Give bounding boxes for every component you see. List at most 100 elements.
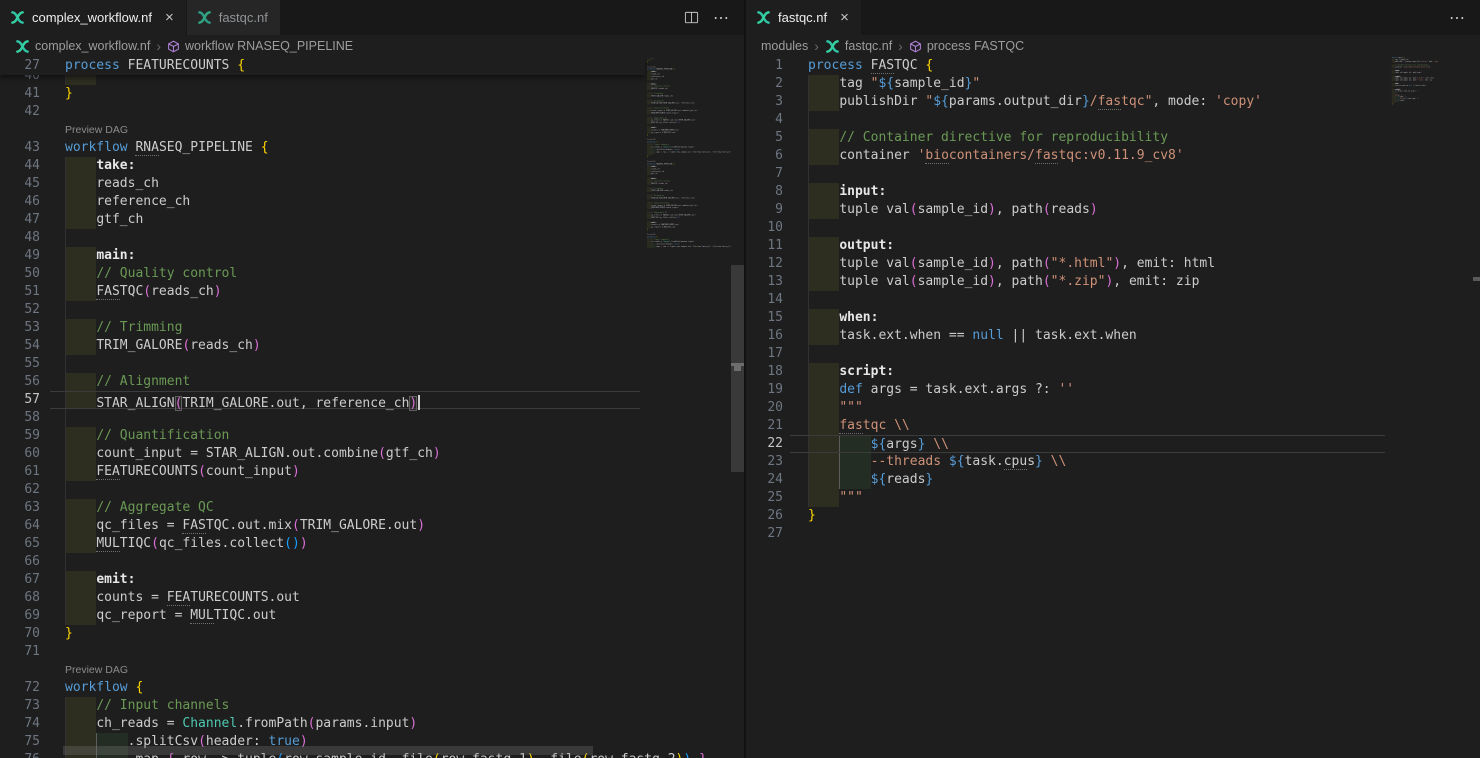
code-line[interactable]: MULTIQC(qc_files.collect())	[50, 535, 640, 553]
breadcrumb-item-symbol[interactable]: process FASTQC	[909, 39, 1024, 53]
code-line[interactable]: input:	[790, 183, 1385, 201]
code-line[interactable]	[790, 165, 1385, 183]
code-line[interactable]	[50, 553, 640, 571]
code-line[interactable]	[50, 481, 640, 499]
line-number[interactable]: 16	[746, 327, 783, 345]
code-line[interactable]: }	[50, 85, 640, 103]
code-line[interactable]: take:	[50, 157, 640, 175]
code-line[interactable]: def args = task.ext.args ?: ''	[790, 381, 1385, 399]
code-line[interactable]	[50, 103, 640, 121]
code-line[interactable]: when:	[790, 309, 1385, 327]
close-tab-icon[interactable]: ×	[840, 10, 849, 25]
code-line[interactable]: TRIM_GALORE(reads_ch)	[50, 337, 640, 355]
line-number[interactable]: 14	[746, 291, 783, 309]
line-number[interactable]: 56	[0, 373, 40, 391]
code-line[interactable]: fastqc \\	[790, 417, 1385, 435]
line-number[interactable]: 50	[0, 265, 40, 283]
breadcrumb-item-file[interactable]: fastqc.nf	[825, 39, 892, 54]
code-line[interactable]: STAR_ALIGN(TRIM_GALORE.out, reference_ch…	[50, 391, 640, 409]
line-number[interactable]: 59	[0, 427, 40, 445]
code-line[interactable]: script:	[790, 363, 1385, 381]
code-line[interactable]: FEATURECOUNTS(count_input)	[50, 463, 640, 481]
code-line[interactable]: counts = FEATURECOUNTS.out	[50, 589, 640, 607]
code-line[interactable]	[790, 291, 1385, 309]
code-line[interactable]: }	[790, 507, 1385, 525]
line-number[interactable]: 43	[0, 139, 40, 157]
line-number[interactable]: 41	[0, 85, 40, 103]
code-line[interactable]	[1390, 105, 1451, 107]
breadcrumb-item-symbol[interactable]: workflow RNASEQ_PIPELINE	[167, 39, 353, 53]
line-number[interactable]: 61	[0, 463, 40, 481]
code-line[interactable]: // Trimming	[50, 319, 640, 337]
code-line[interactable]: // Aggregate QC	[50, 499, 640, 517]
line-number[interactable]: 6	[746, 147, 783, 165]
code-line[interactable]: count_input = STAR_ALIGN.out.combine(gtf…	[50, 445, 640, 463]
code-line[interactable]: """	[790, 399, 1385, 417]
line-number[interactable]: 19	[746, 381, 783, 399]
code-line[interactable]: // Quality control	[50, 265, 640, 283]
line-number[interactable]: 68	[0, 589, 40, 607]
code-line[interactable]: output:	[790, 237, 1385, 255]
code-line[interactable]: workflow RNASEQ_PIPELINE {	[50, 139, 640, 157]
tab-complex-workflow[interactable]: complex_workflow.nf ×	[0, 0, 187, 35]
breadcrumb-item-file[interactable]: complex_workflow.nf	[15, 39, 150, 54]
line-number[interactable]: 18	[746, 363, 783, 381]
line-number[interactable]: 4	[746, 111, 783, 129]
code-line[interactable]: task.ext.when == null || task.ext.when	[790, 327, 1385, 345]
minimap-left[interactable]: """}Preview DAGworkflow RNASEQ_PIPELINE …	[645, 57, 731, 758]
code-line[interactable]	[790, 525, 1385, 543]
tab-fastqc-left[interactable]: fastqc.nf	[187, 0, 281, 35]
code-line[interactable]: reads_ch	[50, 175, 640, 193]
line-number[interactable]: 5	[746, 129, 783, 147]
code-line[interactable]: emit:	[50, 571, 640, 589]
close-tab-icon[interactable]: ×	[165, 10, 174, 25]
line-number[interactable]: 42	[0, 103, 40, 121]
code-line[interactable]: container 'biocontainers/fastqc:v0.11.9_…	[790, 147, 1385, 165]
code-line[interactable]: --threads ${task.cpus} \\	[790, 453, 1385, 471]
code-line[interactable]: FASTQC(reads_ch)	[50, 283, 640, 301]
split-editor-icon[interactable]	[684, 10, 699, 25]
sticky-scroll-line[interactable]: 27 process FEATURECOUNTS {	[0, 57, 645, 75]
code-line[interactable]	[50, 229, 640, 247]
line-number[interactable]: 66	[0, 553, 40, 571]
line-number[interactable]: 10	[746, 219, 783, 237]
line-number[interactable]: 13	[746, 273, 783, 291]
line-number[interactable]: 63	[0, 499, 40, 517]
line-number[interactable]: 15	[746, 309, 783, 327]
code-editor-right[interactable]: 1234567891011121314151617181920212223242…	[746, 57, 1480, 758]
code-line[interactable]	[790, 111, 1385, 129]
line-number[interactable]: 65	[0, 535, 40, 553]
line-number[interactable]: 44	[0, 157, 40, 175]
code-line[interactable]: // Container directive for reproducibili…	[790, 129, 1385, 147]
minimap-right[interactable]: process FASTQC { tag "${sample_id}" publ…	[1390, 57, 1456, 758]
line-number[interactable]: 71	[0, 643, 40, 661]
line-number[interactable]: 23	[746, 453, 783, 471]
line-number[interactable]: 52	[0, 301, 40, 319]
code-line[interactable]: """	[790, 489, 1385, 507]
line-number[interactable]: 53	[0, 319, 40, 337]
line-number[interactable]: 49	[0, 247, 40, 265]
line-number[interactable]: 76	[0, 751, 40, 758]
line-number[interactable]: 11	[746, 237, 783, 255]
line-number[interactable]: 12	[746, 255, 783, 273]
code-line[interactable]: workflow {	[50, 679, 640, 697]
line-number[interactable]: 47	[0, 211, 40, 229]
code-line[interactable]: ch_reads = Channel.fromPath(params.input…	[50, 715, 640, 733]
line-number[interactable]: 3	[746, 93, 783, 111]
line-number[interactable]: 60	[0, 445, 40, 463]
code-line[interactable]: tag "${sample_id}"	[790, 75, 1385, 93]
codelens-line[interactable]: Preview DAG	[50, 661, 640, 679]
line-number[interactable]: 64	[0, 517, 40, 535]
line-number[interactable]: 48	[0, 229, 40, 247]
code-line[interactable]: gtf_ch	[50, 211, 640, 229]
code-line[interactable]: reference_ch	[50, 193, 640, 211]
code-line[interactable]: tuple val(sample_id), path("*.html"), em…	[790, 255, 1385, 273]
code-line[interactable]: .map { row -> tuple(row.sample_id, file(…	[645, 245, 725, 247]
code-line[interactable]: qc_report = MULTIQC.out	[50, 607, 640, 625]
line-number[interactable]: 26	[746, 507, 783, 525]
line-number[interactable]: 72	[0, 679, 40, 697]
line-number[interactable]: 70	[0, 625, 40, 643]
line-number[interactable]: 8	[746, 183, 783, 201]
code-area-right[interactable]: process FASTQC { tag "${sample_id}" publ…	[790, 57, 1385, 758]
line-number[interactable]: 67	[0, 571, 40, 589]
